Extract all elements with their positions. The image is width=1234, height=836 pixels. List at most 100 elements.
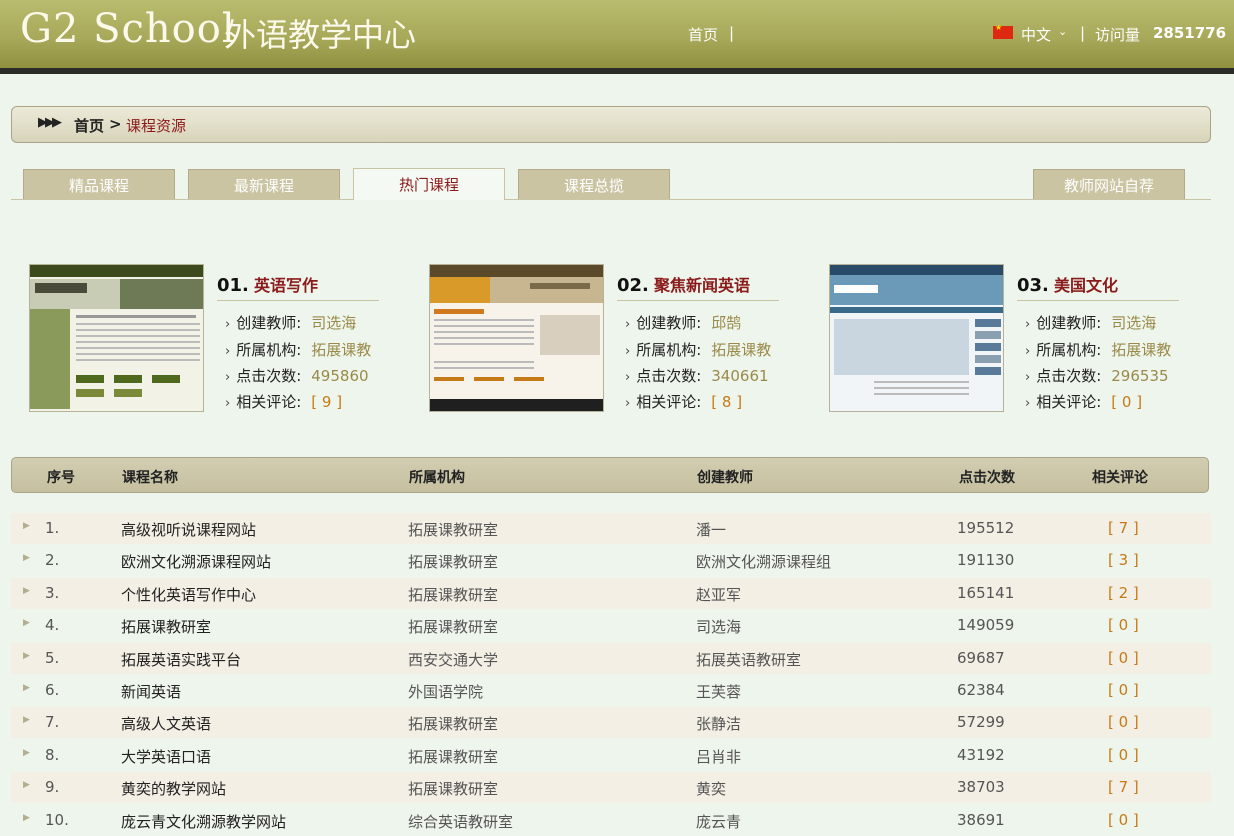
- click-count: 195512: [957, 519, 1015, 537]
- featured-rank: 03.: [1017, 275, 1049, 296]
- row-number: 9.: [45, 778, 60, 797]
- featured-course-title[interactable]: 02. 聚焦新闻英语: [617, 272, 750, 296]
- table-row: ▶ 2. 欧洲文化溯源课程网站 拓展课教研室 欧洲文化溯源课程组 191130 [ 3 ]: [11, 545, 1211, 577]
- teacher-name: 吕肖非: [696, 747, 742, 766]
- org-name: 拓展课教研室: [408, 747, 499, 766]
- course-name-link[interactable]: 高级视听说课程网站: [121, 519, 256, 540]
- org-name: 拓展课教研室: [408, 585, 499, 604]
- featured-org-row: › 所属机构: 拓展课教: [225, 339, 371, 360]
- row-number: 1.: [45, 519, 60, 537]
- org-name: 拓展课教研室: [408, 521, 499, 539]
- chevron-right-icon: ›: [625, 317, 631, 332]
- featured-org-row: › 所属机构: 拓展课教: [625, 339, 771, 360]
- column-header-clicks: 点击次数: [959, 470, 1015, 486]
- row-number: 6.: [45, 681, 60, 699]
- org-value: 拓展课教: [1111, 341, 1172, 359]
- row-arrow-icon: ▶: [23, 780, 30, 791]
- featured-course-name[interactable]: 美国文化: [1054, 276, 1118, 295]
- comments-link[interactable]: [ 7 ]: [1108, 519, 1139, 537]
- tab-popular-courses[interactable]: 热门课程: [353, 168, 505, 200]
- course-name-link[interactable]: 新闻英语: [121, 681, 181, 702]
- row-number: 4.: [45, 616, 60, 635]
- chevron-right-icon: ›: [1025, 344, 1031, 359]
- course-name-link[interactable]: 黄奕的教学网站: [121, 778, 226, 799]
- row-number: 7.: [45, 713, 60, 732]
- featured-course-name[interactable]: 英语写作: [254, 276, 318, 295]
- click-count: 69687: [957, 648, 1005, 667]
- comments-link[interactable]: [ 7 ]: [1108, 778, 1139, 796]
- clicks-value: 495860: [311, 367, 369, 385]
- comments-link[interactable]: [ 2 ]: [1108, 584, 1139, 602]
- column-header-comments: 相关评论: [1092, 470, 1148, 486]
- table-row: ▶ 1. 高级视听说课程网站 拓展课教研室 潘一 195512 [ 7 ]: [11, 513, 1211, 544]
- comments-link[interactable]: [ 0 ]: [1108, 681, 1139, 699]
- course-name-link[interactable]: 拓展英语实践平台: [121, 649, 241, 670]
- comments-link[interactable]: [ 9 ]: [311, 393, 342, 411]
- comments-link[interactable]: [ 0 ]: [1108, 746, 1139, 764]
- comments-link[interactable]: [ 0 ]: [1108, 713, 1139, 731]
- table-row: ▶ 7. 高级人文英语 拓展课教研室 张静洁 57299 [ 0 ]: [11, 707, 1211, 739]
- column-header-teacher: 创建教师: [697, 470, 753, 486]
- course-name-link[interactable]: 个性化英语写作中心: [121, 584, 256, 605]
- featured-org-row: › 所属机构: 拓展课教: [1025, 339, 1171, 360]
- featured-teacher-row: › 创建教师: 邱鹄: [625, 312, 741, 333]
- featured-comments-row: › 相关评论: [ 8 ]: [625, 391, 742, 412]
- comments-link[interactable]: [ 3 ]: [1108, 551, 1139, 569]
- nav-home-link[interactable]: 首页: [688, 24, 718, 45]
- breadcrumb-home-link[interactable]: 首页: [74, 115, 104, 136]
- course-name-link[interactable]: 高级人文英语: [121, 713, 211, 734]
- course-name-link[interactable]: 庞云青文化溯源教学网站: [121, 811, 286, 832]
- click-count: 149059: [957, 616, 1015, 635]
- comments-link[interactable]: [ 0 ]: [1108, 616, 1139, 634]
- org-name: 外国语学院: [408, 683, 484, 701]
- row-arrow-icon: ▶: [23, 585, 30, 596]
- tab-featured-courses[interactable]: 精品课程: [23, 169, 175, 199]
- org-name: 拓展课教研室: [408, 618, 499, 637]
- comments-link[interactable]: [ 0 ]: [1108, 811, 1139, 829]
- teacher-name: 张静洁: [696, 715, 742, 734]
- table-row: ▶ 10. 庞云青文化溯源教学网站 综合英语教研室 庞云青 38691 [ 0 ]: [11, 804, 1211, 836]
- chevron-right-icon: ›: [225, 370, 231, 385]
- chevron-right-icon: ›: [225, 396, 231, 411]
- site-logo[interactable]: G2 School: [20, 6, 236, 52]
- divider: [217, 300, 379, 301]
- table-row: ▶ 5. 拓展英语实践平台 西安交通大学 拓展英语教研室 69687 [ 0 ]: [11, 642, 1211, 674]
- featured-course-card: 02. 聚焦新闻英语 › 创建教师: 邱鹄 › 所属机构: 拓展课教 › 点击次数: 340…: [429, 264, 809, 414]
- row-number: 2.: [45, 551, 60, 570]
- org-name: 西安交通大学: [408, 650, 499, 669]
- comments-label: 相关评论:: [636, 393, 702, 411]
- comments-link[interactable]: [ 8 ]: [711, 393, 742, 411]
- course-name-link[interactable]: 欧洲文化溯源课程网站: [121, 551, 271, 572]
- row-arrow-icon: ▶: [23, 618, 30, 629]
- chevron-right-icon: ›: [1025, 370, 1031, 385]
- chevron-down-icon[interactable]: ⌄: [1058, 25, 1067, 38]
- triple-arrow-icon: ▶▶▶: [38, 115, 62, 130]
- featured-course-title[interactable]: 03. 美国文化: [1017, 272, 1118, 296]
- row-arrow-icon: ▶: [23, 553, 30, 564]
- course-thumbnail[interactable]: [829, 264, 1004, 412]
- chevron-right-icon: ›: [625, 344, 631, 359]
- teacher-name: 司选海: [696, 618, 742, 637]
- row-number: 10.: [45, 810, 69, 829]
- teacher-value: 司选海: [311, 314, 357, 332]
- comments-link[interactable]: [ 0 ]: [1111, 393, 1142, 411]
- click-count: 38703: [957, 778, 1005, 797]
- course-name-link[interactable]: 大学英语口语: [121, 746, 211, 767]
- course-thumbnail[interactable]: [429, 264, 604, 412]
- featured-rank: 01.: [217, 275, 249, 296]
- language-selector[interactable]: 中文: [1021, 24, 1051, 45]
- chevron-right-icon: ›: [1025, 317, 1031, 332]
- course-name-link[interactable]: 拓展课教研室: [121, 616, 211, 637]
- featured-course-name[interactable]: 聚焦新闻英语: [654, 276, 750, 295]
- comments-link[interactable]: [ 0 ]: [1108, 649, 1139, 667]
- tab-teacher-recommend[interactable]: 教师网站自荐: [1033, 169, 1185, 199]
- row-arrow-icon: ▶: [23, 812, 30, 823]
- tab-latest-courses[interactable]: 最新课程: [188, 169, 340, 199]
- china-flag-icon: [993, 23, 1013, 39]
- tab-course-overview[interactable]: 课程总揽: [518, 169, 670, 199]
- chevron-right-icon: ›: [1025, 396, 1031, 411]
- row-arrow-icon: ▶: [23, 683, 30, 693]
- featured-course-title[interactable]: 01. 英语写作: [217, 272, 318, 296]
- org-name: 综合英语教研室: [408, 812, 514, 831]
- course-thumbnail[interactable]: [29, 264, 204, 412]
